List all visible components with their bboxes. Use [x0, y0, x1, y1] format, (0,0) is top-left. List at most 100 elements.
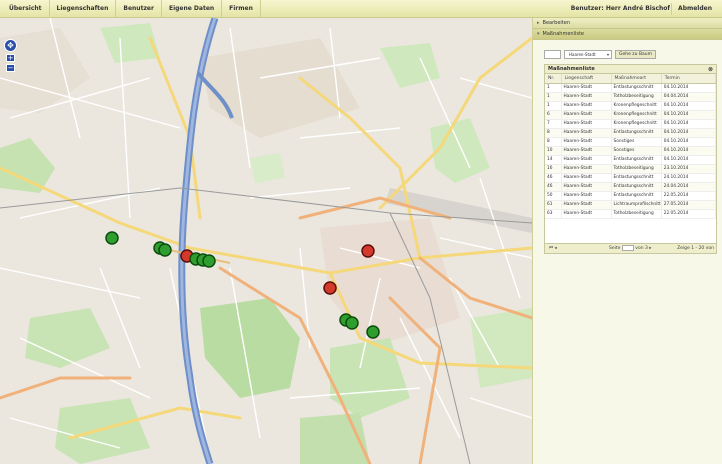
- cell-nr: 8: [545, 128, 562, 138]
- cell-nr: 1: [545, 83, 562, 93]
- select-value: Haaren-Stadt: [569, 52, 596, 57]
- nav-firmen[interactable]: Firmen: [222, 0, 261, 18]
- table-row[interactable]: 6 Haaren-Stadt Kronenpflegeschnitt 04.10.20…: [545, 110, 716, 120]
- cell-liegenschaft: Haaren-Stadt: [561, 191, 612, 201]
- cell-massnahmeart: Entlastungsschnitt: [611, 128, 662, 138]
- table-row[interactable]: 7 Haaren-Stadt Kronenpflegeschnitt 04.10.20…: [545, 119, 716, 129]
- goto-tree-button[interactable]: Gehe zu Baum: [615, 50, 657, 59]
- cell-nr: 61: [545, 200, 562, 210]
- cell-nr: 10: [545, 146, 562, 156]
- cell-liegenschaft: Haaren-Stadt: [561, 164, 612, 174]
- logout-button[interactable]: Abmelden: [671, 3, 718, 15]
- zoom-out-button[interactable]: −: [6, 64, 15, 72]
- cell-massnahmeart: Entlastungsschnitt: [611, 191, 662, 201]
- table-row[interactable]: 63 Haaren-Stadt Totholzbeseitigung 22.05.20…: [545, 209, 716, 219]
- cell-massnahmeart: Kronenpflegeschnitt: [611, 101, 662, 111]
- cell-termin: 04.10.2014: [661, 146, 716, 156]
- col-header-nr[interactable]: Nr.: [545, 74, 562, 84]
- table-row[interactable]: 1 Haaren-Stadt Entlastungsschnitt 04.10.201…: [545, 83, 716, 93]
- col-header-liegenschaft[interactable]: Liegenschaft: [561, 74, 612, 84]
- cell-termin: 04.10.2014: [661, 83, 716, 93]
- table-row[interactable]: 50 Haaren-Stadt Entlastungsschnitt 22.05.20…: [545, 191, 716, 201]
- measures-table: Nr. Liegenschaft Maßnahmeart Termin 1 Haa…: [545, 74, 716, 219]
- cell-termin: 24.10.2014: [661, 173, 716, 183]
- pager-range: Zeige 1 - 20 von: [677, 246, 714, 251]
- map-zoom-controls: ✥ + −: [4, 39, 17, 72]
- cell-massnahmeart: Entlastungsschnitt: [611, 182, 662, 192]
- cell-nr: 46: [545, 173, 562, 183]
- cell-termin: 04.10.2014: [661, 128, 716, 138]
- col-header-massnahmeart[interactable]: Maßnahmeart: [611, 74, 662, 84]
- cell-nr: 7: [545, 119, 562, 129]
- top-navigation-bar: Übersicht Liegenschaften Benutzer Eigene…: [0, 0, 722, 18]
- table-row[interactable]: 1 Haaren-Stadt Totholzbeseitigung 04.04.201…: [545, 92, 716, 102]
- cell-liegenschaft: Haaren-Stadt: [561, 119, 612, 129]
- col-header-termin[interactable]: Termin: [661, 74, 716, 84]
- chevron-down-icon: ▾: [537, 31, 540, 37]
- pager-nav-icons[interactable]: ⏮ ◂: [549, 244, 557, 253]
- nav-uebersicht[interactable]: Übersicht: [2, 0, 50, 18]
- cell-liegenschaft: Haaren-Stadt: [561, 182, 612, 192]
- accordion-label: Bearbeiten: [542, 20, 570, 26]
- map-canvas[interactable]: [0, 18, 532, 464]
- table-row[interactable]: 1 Haaren-Stadt Kronenpflegeschnitt 04.10.20…: [545, 101, 716, 111]
- accordion-massnahmenliste[interactable]: ▾ Maßnahmenliste: [533, 29, 722, 40]
- table-row[interactable]: 8 Haaren-Stadt Sonstiges 04.10.2014: [545, 137, 716, 147]
- nav-eigene-daten[interactable]: Eigene Daten: [162, 0, 223, 18]
- table-row[interactable]: 16 Haaren-Stadt Totholzbeseitigung 23.10.20…: [545, 164, 716, 174]
- cell-liegenschaft: Haaren-Stadt: [561, 200, 612, 210]
- cell-liegenschaft: Haaren-Stadt: [561, 146, 612, 156]
- marker-red[interactable]: [361, 244, 375, 258]
- close-icon[interactable]: ⊗: [708, 65, 713, 74]
- pager-page-label: Seite: [609, 246, 621, 251]
- nav-liegenschaften[interactable]: Liegenschaften: [50, 0, 117, 18]
- tree-number-input[interactable]: [544, 50, 561, 59]
- cell-liegenschaft: Haaren-Stadt: [561, 128, 612, 138]
- measures-list-title: Maßnahmenliste ⊗: [545, 65, 716, 74]
- cell-nr: 50: [545, 191, 562, 201]
- table-row[interactable]: 46 Haaren-Stadt Entlastungsschnitt 24.10.20…: [545, 173, 716, 183]
- cell-termin: 27.05.2014: [661, 200, 716, 210]
- cell-massnahmeart: Totholzbeseitigung: [611, 209, 662, 219]
- cell-termin: 04.10.2014: [661, 137, 716, 147]
- cell-liegenschaft: Haaren-Stadt: [561, 137, 612, 147]
- cell-nr: 1: [545, 101, 562, 111]
- filter-row: Haaren-Stadt ▾ Gehe zu Baum: [544, 50, 657, 59]
- table-row[interactable]: 10 Haaren-Stadt Sonstiges 04.10.2014: [545, 146, 716, 156]
- cell-liegenschaft: Haaren-Stadt: [561, 83, 612, 93]
- marker-green[interactable]: [189, 252, 216, 268]
- page-number-input[interactable]: [621, 244, 634, 251]
- cell-liegenschaft: Haaren-Stadt: [561, 101, 612, 111]
- cell-termin: 04.10.2014: [661, 119, 716, 129]
- cell-massnahmeart: Entlastungsschnitt: [611, 155, 662, 165]
- measures-list: Maßnahmenliste ⊗ Nr. Liegenschaft Maßnahm…: [544, 64, 717, 254]
- cell-nr: 46: [545, 182, 562, 192]
- table-row[interactable]: 8 Haaren-Stadt Entlastungsschnitt 04.10.201…: [545, 128, 716, 138]
- liegenschaft-select[interactable]: Haaren-Stadt ▾: [564, 50, 612, 59]
- table-row[interactable]: 46 Haaren-Stadt Entlastungsschnitt 24.04.20…: [545, 182, 716, 192]
- cell-liegenschaft: Haaren-Stadt: [561, 155, 612, 165]
- cell-nr: 6: [545, 110, 562, 120]
- table-row[interactable]: 14 Haaren-Stadt Entlastungsschnitt 04.10.20…: [545, 155, 716, 165]
- cell-massnahmeart: Entlastungsschnitt: [611, 83, 662, 93]
- cell-massnahmeart: Kronenpflegeschnitt: [611, 110, 662, 120]
- app-window: Übersicht Liegenschaften Benutzer Eigene…: [0, 0, 722, 464]
- marker-green[interactable]: [105, 231, 119, 245]
- chevron-right-icon: ▸: [537, 20, 540, 26]
- zoom-in-button[interactable]: +: [6, 54, 15, 62]
- nav-benutzer[interactable]: Benutzer: [116, 0, 162, 18]
- cell-termin: 22.05.2014: [661, 191, 716, 201]
- pager: ⏮ ◂ Seite von 3 ▸ Zeige 1 - 20 von: [545, 243, 716, 253]
- marker-red[interactable]: [323, 281, 337, 295]
- cell-massnahmeart: Totholzbeseitigung: [611, 164, 662, 174]
- table-row[interactable]: 61 Haaren-Stadt Lichtraumprofilschnitt 27.0…: [545, 200, 716, 210]
- pan-icon[interactable]: ✥: [4, 39, 17, 52]
- cell-liegenschaft: Haaren-Stadt: [561, 209, 612, 219]
- main-nav: Übersicht Liegenschaften Benutzer Eigene…: [2, 0, 261, 18]
- cell-termin: 04.04.2014: [661, 92, 716, 102]
- accordion-bearbeiten[interactable]: ▸ Bearbeiten: [533, 18, 722, 29]
- cell-nr: 8: [545, 137, 562, 147]
- cell-massnahmeart: Entlastungsschnitt: [611, 173, 662, 183]
- city-map[interactable]: ✥ + −: [0, 18, 532, 464]
- marker-green[interactable]: [366, 325, 380, 339]
